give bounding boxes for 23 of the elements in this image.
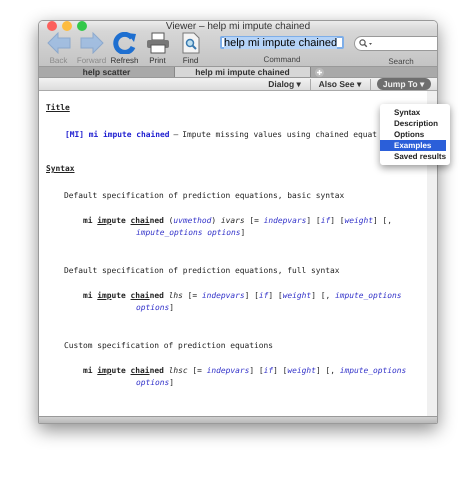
tab[interactable]: help mi impute chained bbox=[175, 67, 311, 77]
menu-item[interactable]: Saved results bbox=[380, 151, 446, 162]
right-arrow-icon bbox=[80, 32, 104, 54]
printer-icon bbox=[146, 32, 170, 54]
document-magnifier-icon bbox=[180, 32, 200, 54]
toolbar-button[interactable]: Print bbox=[141, 32, 174, 65]
menu-item[interactable]: Description bbox=[380, 118, 438, 129]
menu-item[interactable]: Options bbox=[380, 129, 424, 140]
menu-item[interactable]: Syntax bbox=[380, 107, 420, 118]
menu-item[interactable]: Examples bbox=[380, 140, 446, 151]
command-field[interactable]: help mi impute chained bbox=[220, 36, 344, 49]
toolbar-button[interactable]: Refresh bbox=[108, 32, 141, 65]
menu-button[interactable]: Dialog ▾ bbox=[266, 79, 304, 89]
search-label: Search bbox=[388, 57, 414, 66]
window-title: Viewer – help mi impute chained bbox=[166, 21, 310, 32]
jump-to-button[interactable]: Jump To ▾ bbox=[376, 78, 431, 90]
command-label: Command bbox=[264, 55, 300, 64]
menu-button[interactable]: Also See ▾ bbox=[316, 79, 364, 89]
search-icon bbox=[359, 39, 373, 48]
toolbar-button[interactable]: Find bbox=[174, 32, 207, 65]
search-field[interactable] bbox=[354, 36, 437, 51]
left-arrow-icon bbox=[46, 32, 70, 54]
refresh-icon bbox=[112, 32, 136, 54]
